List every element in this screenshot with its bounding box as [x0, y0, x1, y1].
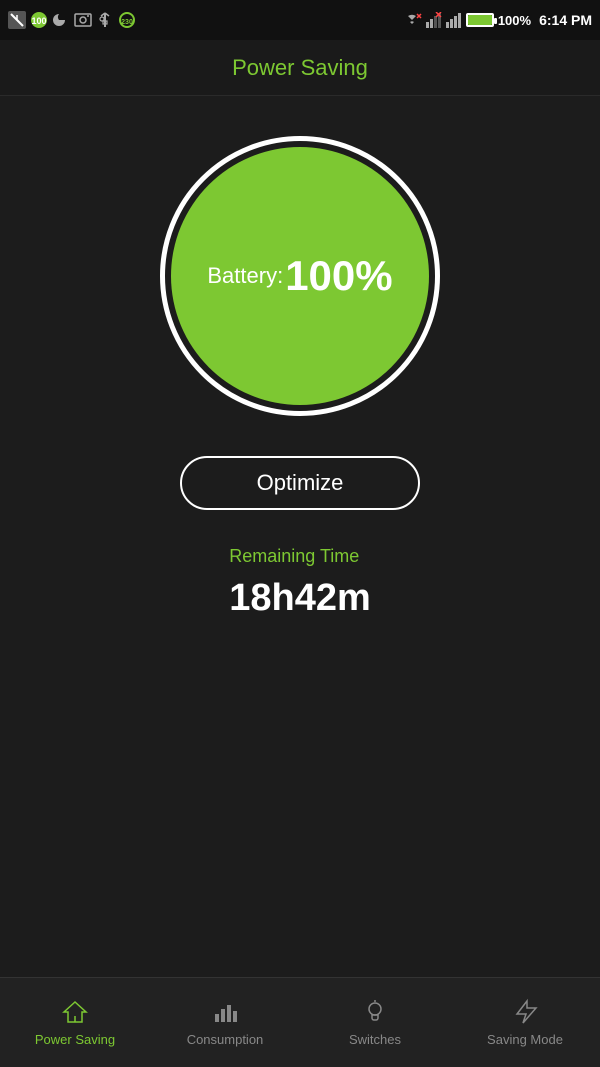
lightbulb-icon: [361, 998, 389, 1026]
status-bar: 100 230: [0, 0, 600, 40]
nav-label-consumption: Consumption: [187, 1032, 264, 1047]
wifi-icon: [402, 12, 422, 28]
nav-label-power-saving: Power Saving: [35, 1032, 115, 1047]
title-bar: Power Saving: [0, 40, 600, 96]
status-icons-right: 100% 6:14 PM: [402, 12, 592, 28]
page-title: Power Saving: [232, 55, 368, 81]
silent-icon: [8, 11, 26, 29]
bottom-nav: Power Saving Consumption Switches Saving…: [0, 977, 600, 1067]
nav-item-consumption[interactable]: Consumption: [150, 978, 300, 1067]
time-display: 6:14 PM: [539, 12, 592, 28]
battery-label: Battery:: [207, 263, 283, 289]
battery-percent: 100%: [498, 13, 531, 28]
battery-value: 100%: [285, 252, 392, 300]
battery-circle-container: Battery: 100%: [160, 136, 440, 416]
bar-chart-icon: [211, 998, 239, 1026]
nav-item-power-saving[interactable]: Power Saving: [0, 978, 150, 1067]
battery-status-icon: [466, 13, 494, 27]
home-icon: [61, 998, 89, 1026]
main-content: Battery: 100% Optimize Remaining Time 18…: [0, 96, 600, 977]
svg-text:230: 230: [121, 19, 133, 26]
nav-label-switches: Switches: [349, 1032, 401, 1047]
signal-x-icon: [426, 12, 442, 28]
nav-item-switches[interactable]: Switches: [300, 978, 450, 1067]
signal-bars-icon: [446, 12, 462, 28]
remaining-section: Remaining Time 18h42m: [229, 546, 371, 620]
optimize-button[interactable]: Optimize: [180, 456, 420, 510]
ring-icon: 230: [118, 11, 136, 29]
status-icons-left: 100 230: [8, 11, 136, 29]
green-badge-icon: 100: [30, 11, 48, 29]
lightning-icon: [511, 998, 539, 1026]
photo-icon: [74, 11, 92, 29]
nav-label-saving-mode: Saving Mode: [487, 1032, 563, 1047]
nav-item-saving-mode[interactable]: Saving Mode: [450, 978, 600, 1067]
battery-circle: Battery: 100%: [171, 147, 429, 405]
remaining-value: 18h42m: [229, 577, 371, 620]
remaining-label: Remaining Time: [229, 546, 371, 567]
usb-icon: [96, 11, 114, 29]
svg-text:100: 100: [31, 16, 46, 26]
optimize-label: Optimize: [257, 470, 344, 496]
moon-icon: [52, 11, 70, 29]
